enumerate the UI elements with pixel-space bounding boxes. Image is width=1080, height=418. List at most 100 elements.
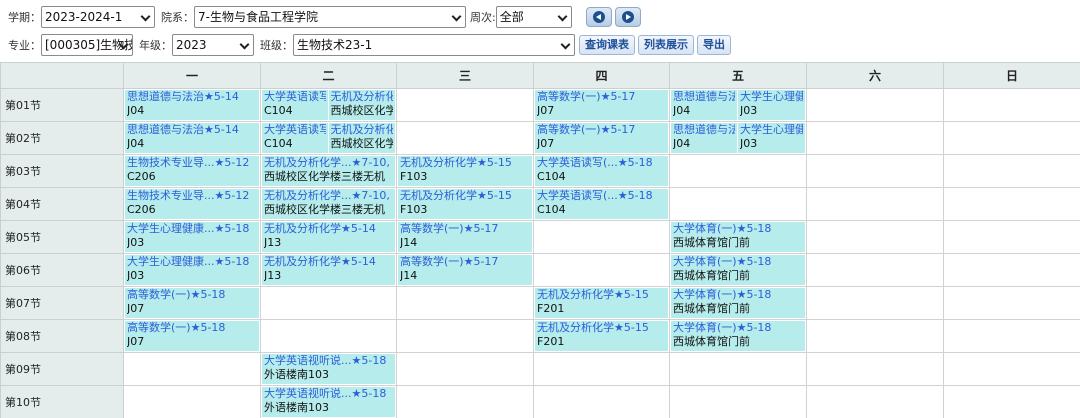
course-name-link[interactable]: 大学体育(一)★5-18 (673, 321, 803, 335)
course-room: J03 (127, 269, 145, 282)
course-name-link[interactable]: 大学体育(一)★5-18 (673, 222, 803, 236)
course-block[interactable]: 大学英语视听说...★5-18 外语楼南103 (262, 354, 395, 384)
course-block[interactable]: 无机及分析化学★5-15 F103 (398, 156, 532, 186)
list-view-button[interactable]: 列表展示 (638, 35, 694, 55)
course-name-link[interactable]: 高等数学(一)★5-17 (537, 90, 666, 104)
course-block[interactable]: 无机及分析化学★5-14 J13 (262, 222, 395, 252)
course-block[interactable]: 无机及分析化学西城校区化学 (328, 90, 395, 120)
course-block[interactable]: 大学生心理健康J03 (738, 123, 805, 153)
course-name-link[interactable]: 无机及分析化学★5-15 (400, 189, 530, 203)
grade-select[interactable]: 2023 (172, 34, 254, 56)
course-block[interactable]: 思想道德与法治★5-14 J04 (125, 90, 259, 120)
course-name-link[interactable]: 无机及分析化学 (331, 90, 394, 104)
course-group: 高等数学(一)★5-17 J07 (535, 90, 668, 120)
course-block[interactable]: 大学英语读写 C104 (262, 123, 329, 153)
course-block[interactable]: 高等数学(一)★5-17 J14 (398, 255, 532, 285)
term-select[interactable]: 2023-2024-1 (41, 6, 155, 28)
course-block[interactable]: 无机及分析化学...★7-10, 西城校区化学楼三楼无机 (262, 189, 395, 219)
course-name-link[interactable]: 高等数学(一)★5-18 (127, 321, 257, 335)
course-block[interactable]: 思想道德与法治J04 (671, 123, 738, 153)
week-select[interactable]: 全部 (495, 6, 572, 28)
section-label: 第08节 (0, 319, 124, 353)
query-schedule-button[interactable]: 查询课表 (579, 35, 635, 55)
course-block[interactable]: 无机及分析化学★5-14 J13 (262, 255, 395, 285)
schedule-cell-sun (943, 187, 1080, 221)
course-room: C104 (537, 170, 566, 183)
course-name-link[interactable]: 大学英语读写 (264, 123, 326, 137)
term-label: 学期： (8, 11, 41, 24)
course-name-link[interactable]: 大学体育(一)★5-18 (673, 255, 803, 269)
course-name-link[interactable]: 思想道德与法治★5-14 (127, 90, 257, 104)
course-block[interactable]: 生物技术专业导...★5-12 C206 (125, 189, 259, 219)
course-name-link[interactable]: 高等数学(一)★5-18 (127, 288, 257, 302)
course-name-link[interactable]: 生物技术专业导...★5-12 (127, 189, 257, 203)
course-group: 思想道德与法治★5-14 J04 (125, 90, 259, 120)
course-block[interactable]: 无机及分析化学...★7-10, 西城校区化学楼三楼无机 (262, 156, 395, 186)
course-name-link[interactable]: 大学生心理健康...★5-18 (127, 255, 257, 269)
next-week-button[interactable] (614, 7, 641, 27)
course-block[interactable]: 无机及分析化学西城校区化学 (328, 123, 395, 153)
export-button[interactable]: 导出 (697, 35, 731, 55)
course-block[interactable]: 大学英语视听说...★5-18 外语楼南103 (262, 387, 395, 417)
course-block[interactable]: 大学英语读写(...★5-18 C104 (535, 156, 668, 186)
course-block[interactable]: 高等数学(一)★5-18 J07 (125, 288, 259, 318)
course-name-link[interactable]: 大学英语读写 (264, 90, 326, 104)
course-name-link[interactable]: 无机及分析化学★5-14 (264, 255, 393, 269)
course-block[interactable]: 大学英语读写(...★5-18 C104 (535, 189, 668, 219)
course-block[interactable]: 大学生心理健康...★5-18 J03 (125, 222, 259, 252)
dept-select[interactable]: 7-生物与食品工程学院 (194, 6, 466, 28)
course-block[interactable]: 无机及分析化学★5-15 F103 (398, 189, 532, 219)
course-name-link[interactable]: 高等数学(一)★5-17 (400, 222, 530, 236)
course-name-link[interactable]: 无机及分析化学★5-15 (537, 288, 666, 302)
schedule-cell-sun (943, 253, 1080, 287)
course-room: J07 (537, 104, 555, 117)
course-name-link[interactable]: 大学英语读写(...★5-18 (537, 156, 666, 170)
course-block[interactable]: 思想道德与法治J04 (671, 90, 738, 120)
course-block[interactable]: 大学体育(一)★5-18 西城体育馆门前 (671, 321, 805, 351)
course-block[interactable]: 大学体育(一)★5-18 西城体育馆门前 (671, 288, 805, 318)
schedule-cell-sun (943, 154, 1080, 188)
course-room: C104 (537, 203, 566, 216)
course-room: 西城体育馆门前 (673, 335, 750, 348)
course-block[interactable]: 思想道德与法治★5-14 J04 (125, 123, 259, 153)
schedule-cell-sat (806, 286, 944, 320)
course-name-link[interactable]: 思想道德与法治 (673, 90, 735, 104)
schedule-cell-wed: 高等数学(一)★5-17 J14 (396, 253, 534, 287)
course-block[interactable]: 无机及分析化学★5-15 F201 (535, 288, 668, 318)
course-block[interactable]: 生物技术专业导...★5-12 C206 (125, 156, 259, 186)
course-name-link[interactable]: 无机及分析化学...★7-10, (264, 156, 393, 170)
course-name-link[interactable]: 大学英语视听说...★5-18 (264, 354, 393, 368)
course-group: 大学英语读写(...★5-18 C104 (535, 189, 668, 219)
course-block[interactable]: 大学体育(一)★5-18 西城体育馆门前 (671, 222, 805, 252)
course-name-link[interactable]: 高等数学(一)★5-17 (537, 123, 666, 137)
course-name-link[interactable]: 无机及分析化学★5-15 (400, 156, 530, 170)
course-name-link[interactable]: 思想道德与法治★5-14 (127, 123, 257, 137)
course-room: 西城体育馆门前 (673, 269, 750, 282)
course-name-link[interactable]: 无机及分析化学★5-14 (264, 222, 393, 236)
course-block[interactable]: 无机及分析化学★5-15 F201 (535, 321, 668, 351)
course-name-link[interactable]: 大学体育(一)★5-18 (673, 288, 803, 302)
course-name-link[interactable]: 无机及分析化学 (331, 123, 394, 137)
major-select[interactable]: [000305]生物技术 (41, 34, 133, 56)
course-name-link[interactable]: 大学生心理健康...★5-18 (127, 222, 257, 236)
course-block[interactable]: 大学生心理健康J03 (738, 90, 805, 120)
course-name-link[interactable]: 高等数学(一)★5-17 (400, 255, 530, 269)
course-block[interactable]: 高等数学(一)★5-17 J07 (535, 123, 668, 153)
course-block[interactable]: 大学体育(一)★5-18 西城体育馆门前 (671, 255, 805, 285)
course-block[interactable]: 高等数学(一)★5-17 J14 (398, 222, 532, 252)
course-name-link[interactable]: 无机及分析化学★5-15 (537, 321, 666, 335)
course-block[interactable]: 大学生心理健康...★5-18 J03 (125, 255, 259, 285)
course-name-link[interactable]: 大学生心理健康 (740, 123, 803, 137)
course-block[interactable]: 高等数学(一)★5-18 J07 (125, 321, 259, 351)
course-block[interactable]: 高等数学(一)★5-17 J07 (535, 90, 668, 120)
previous-week-button[interactable] (585, 7, 612, 27)
course-block[interactable]: 大学英语读写 C104 (262, 90, 329, 120)
course-name-link[interactable]: 大学英语读写(...★5-18 (537, 189, 666, 203)
course-name-link[interactable]: 思想道德与法治 (673, 123, 735, 137)
course-name-link[interactable]: 无机及分析化学...★7-10, (264, 189, 393, 203)
course-name-link[interactable]: 大学生心理健康 (740, 90, 803, 104)
course-name-link[interactable]: 生物技术专业导...★5-12 (127, 156, 257, 170)
course-room: F103 (400, 170, 428, 183)
course-name-link[interactable]: 大学英语视听说...★5-18 (264, 387, 393, 401)
class-select[interactable]: 生物技术23-1 (293, 34, 575, 56)
